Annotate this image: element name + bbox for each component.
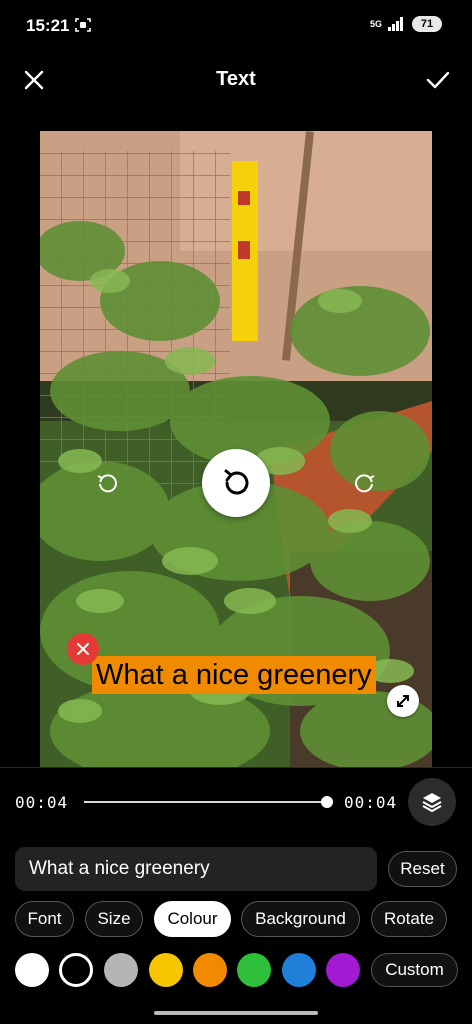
screen-record-icon: [75, 18, 91, 32]
home-indicator[interactable]: [154, 1011, 318, 1015]
reset-button[interactable]: Reset: [388, 851, 457, 887]
delete-icon: [77, 643, 89, 655]
signal-icon: [388, 17, 403, 31]
resize-icon: [397, 695, 409, 707]
rotate-button[interactable]: [202, 449, 270, 517]
rotate-back-button[interactable]: [92, 469, 122, 499]
delete-text-button[interactable]: [67, 633, 99, 665]
layers-icon: [422, 793, 442, 812]
timeline-track[interactable]: [84, 801, 330, 803]
timeline: 00:04 00:04: [0, 778, 472, 826]
text-overlay[interactable]: What a nice greenery: [92, 656, 376, 694]
tab-size[interactable]: Size: [85, 901, 143, 937]
status-bar: 15:21 5G 71: [0, 0, 472, 50]
timeline-thumb[interactable]: [321, 796, 333, 808]
checkmark-icon: [426, 71, 450, 89]
video-preview[interactable]: What a nice greenery: [40, 131, 432, 767]
confirm-button[interactable]: [420, 62, 456, 98]
tab-background[interactable]: Background: [241, 901, 360, 937]
divider: [0, 767, 472, 768]
end-time: 00:04: [344, 793, 398, 812]
start-time: 00:04: [15, 793, 69, 812]
swatch-blue[interactable]: [282, 953, 316, 987]
swatch-white[interactable]: [15, 953, 49, 987]
battery-icon: 71: [412, 16, 442, 32]
rotate-back-icon: [97, 474, 117, 493]
tab-font[interactable]: Font: [15, 901, 74, 937]
top-bar: Text: [0, 58, 472, 102]
text-input-row: Reset: [15, 847, 457, 891]
rotate-icon: [224, 469, 249, 495]
rotate-forward-icon: [355, 474, 375, 493]
status-time: 15:21: [26, 16, 70, 35]
swatch-black[interactable]: [59, 953, 93, 987]
swatch-green[interactable]: [237, 953, 271, 987]
swatch-yellow[interactable]: [149, 953, 183, 987]
custom-colour-button[interactable]: Custom: [371, 953, 458, 987]
status-icons: 5G 71: [370, 16, 442, 32]
swatch-grey[interactable]: [104, 953, 138, 987]
tab-rotate[interactable]: Rotate: [371, 901, 447, 937]
text-input[interactable]: [15, 847, 377, 891]
rotate-forward-button[interactable]: [350, 469, 380, 499]
page-title: Text: [216, 68, 256, 90]
network-label: 5G: [369, 18, 382, 29]
swatch-orange[interactable]: [193, 953, 227, 987]
tab-colour[interactable]: Colour: [154, 901, 231, 937]
swatch-purple[interactable]: [326, 953, 360, 987]
layers-button[interactable]: [408, 778, 456, 826]
colour-swatches: Custom: [0, 952, 472, 990]
resize-handle[interactable]: [387, 685, 419, 717]
